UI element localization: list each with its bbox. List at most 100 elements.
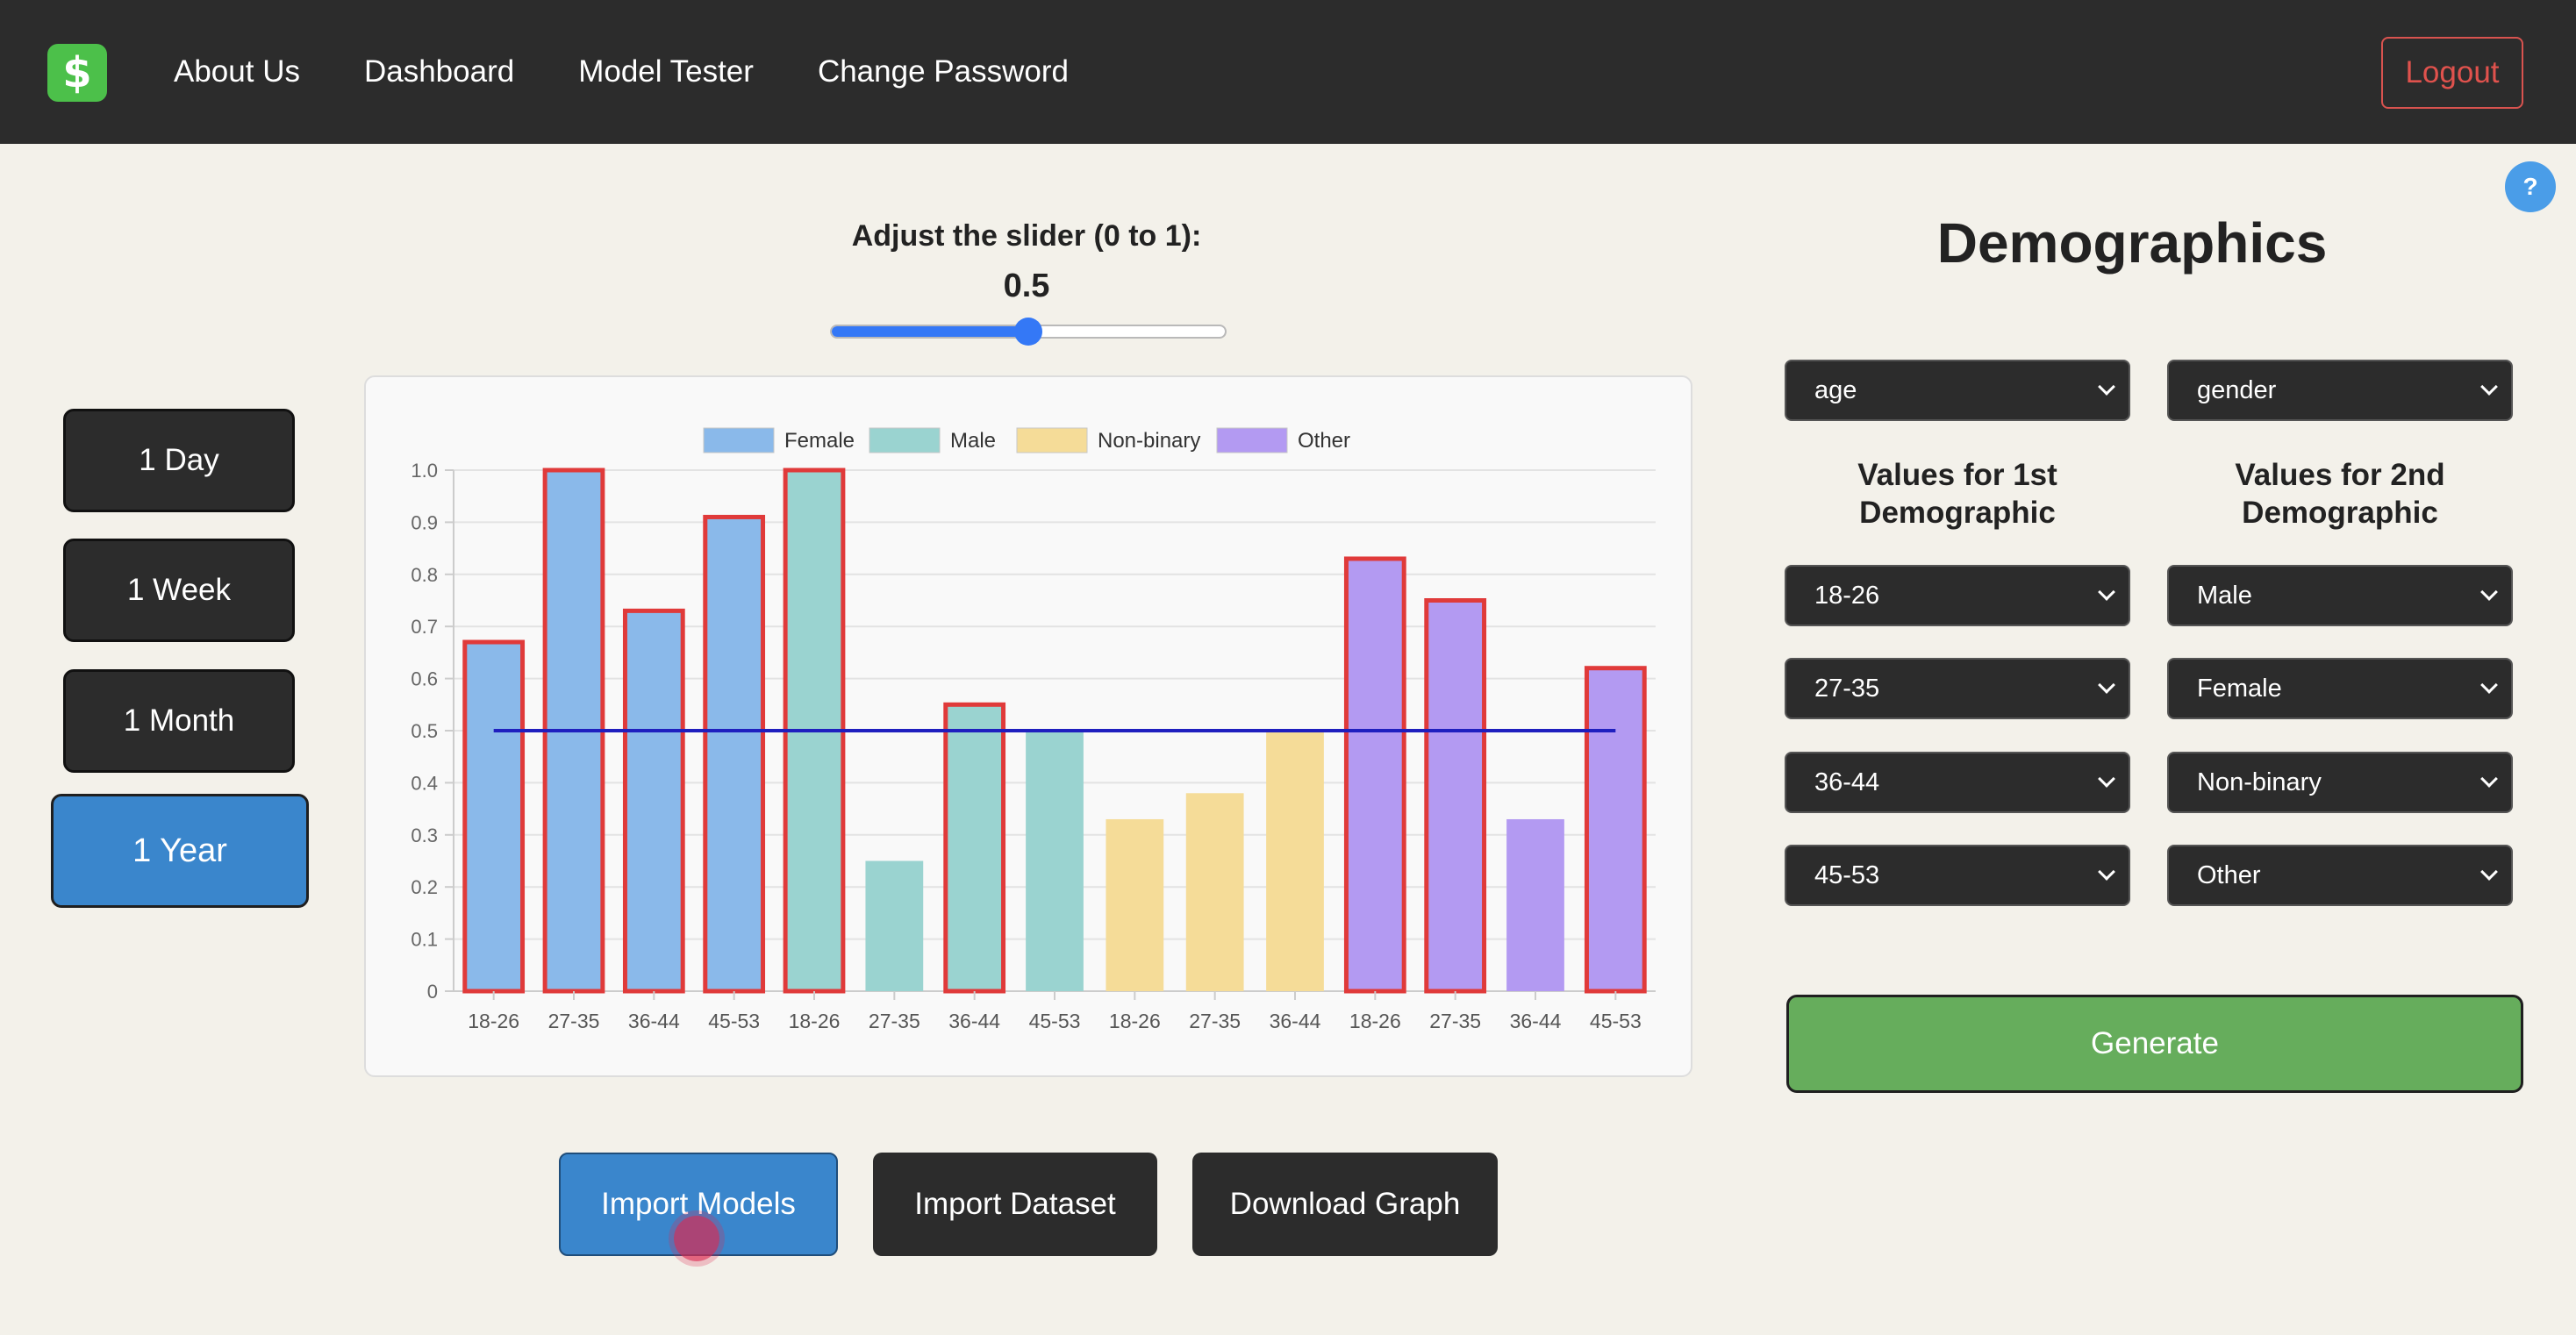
logout-button[interactable]: Logout (2381, 37, 2523, 109)
navbar: $ About Us Dashboard Model Tester Change… (0, 0, 2576, 144)
bar-male-5 (865, 860, 924, 991)
x-tick-label: 27-35 (548, 1010, 600, 1032)
x-tick-label: 18-26 (1109, 1010, 1161, 1032)
range-1-year-button[interactable]: 1 Year (51, 794, 309, 908)
x-tick-label: 45-53 (1029, 1010, 1081, 1032)
x-tick-label: 36-44 (1510, 1010, 1562, 1032)
y-tick-label: 0.7 (411, 616, 438, 638)
x-tick-label: 18-26 (1349, 1010, 1401, 1032)
legend-swatch-male (869, 427, 941, 453)
chevron-down-icon (2480, 863, 2498, 881)
chart-card: 0 0.1 0.2 0.3 0.4 0.5 0.6 0.7 0.8 0.9 1.0 18-26 27-3… (364, 375, 1692, 1077)
bar-chart: 0 0.1 0.2 0.3 0.4 0.5 0.6 0.7 0.8 0.9 1.0 18-26 27-3… (411, 427, 1656, 1032)
x-tick-label: 45-53 (708, 1010, 760, 1032)
x-tick-label: 45-53 (1590, 1010, 1642, 1032)
y-tick-label: 0.8 (411, 564, 438, 586)
legend-swatch-other (1216, 427, 1288, 453)
import-dataset-button[interactable]: Import Dataset (873, 1153, 1157, 1256)
download-graph-button[interactable]: Download Graph (1192, 1153, 1498, 1256)
chevron-down-icon (2480, 378, 2498, 396)
help-icon[interactable]: ? (2505, 161, 2556, 212)
bar-non-binary-9 (1185, 793, 1244, 991)
nav-model-tester[interactable]: Model Tester (578, 54, 754, 89)
chevron-down-icon (2098, 676, 2115, 694)
range-1-week-button[interactable]: 1 Week (63, 539, 295, 642)
first-value-select-3[interactable]: 36-44 (1785, 752, 2130, 813)
bar-other-12 (1424, 598, 1487, 994)
y-tick-label: 0.2 (411, 876, 438, 898)
legend-swatch-female (703, 427, 775, 453)
select-value: Other (2197, 860, 2261, 889)
second-demographic-select[interactable]: gender (2167, 360, 2513, 421)
y-tick-label: 0.6 (411, 668, 438, 690)
first-values-header: Values for 1st Demographic (1857, 458, 2057, 530)
second-demographic-value: gender (2197, 375, 2277, 404)
y-tick-label: 0.3 (411, 825, 438, 846)
chevron-down-icon (2480, 583, 2498, 601)
click-indicator (674, 1216, 719, 1261)
bar-non-binary-8 (1106, 818, 1164, 991)
first-value-select-2[interactable]: 27-35 (1785, 658, 2130, 719)
y-tick-label: 0 (427, 981, 438, 1003)
first-demographic-select[interactable]: age (1785, 360, 2130, 421)
chevron-down-icon (2098, 863, 2115, 881)
first-value-select-1[interactable]: 18-26 (1785, 565, 2130, 626)
select-value: 36-44 (1814, 767, 1880, 796)
select-value: 18-26 (1814, 581, 1880, 610)
x-tick-label: 18-26 (789, 1010, 841, 1032)
y-tick-label: 0.1 (411, 929, 438, 951)
y-tick-label: 0.4 (411, 772, 438, 794)
y-tick-label: 0.5 (411, 720, 438, 742)
x-tick-label: 36-44 (1270, 1010, 1321, 1032)
second-value-select-4[interactable]: Other (2167, 845, 2513, 906)
range-1-month-button[interactable]: 1 Month (63, 669, 295, 773)
chevron-down-icon (2098, 583, 2115, 601)
bar-other-13 (1506, 818, 1564, 991)
chevron-down-icon (2098, 378, 2115, 396)
second-value-select-3[interactable]: Non-binary (2167, 752, 2513, 813)
bar-female-0 (462, 639, 526, 994)
demographics-title: Demographics (1936, 211, 2328, 275)
bar-female-3 (703, 514, 766, 994)
second-value-select-1[interactable]: Male (2167, 565, 2513, 626)
chevron-down-icon (2480, 770, 2498, 788)
legend-label: Other (1298, 429, 1350, 453)
x-tick-label: 27-35 (1189, 1010, 1241, 1032)
bar-male-7 (1026, 731, 1084, 991)
select-value: Female (2197, 674, 2282, 703)
x-tick-label: 36-44 (628, 1010, 680, 1032)
chevron-down-icon (2098, 770, 2115, 788)
chevron-down-icon (2480, 676, 2498, 694)
x-tick-label: 27-35 (1429, 1010, 1481, 1032)
nav-change-password[interactable]: Change Password (818, 54, 1069, 89)
x-tick-label: 18-26 (468, 1010, 519, 1032)
nav-links: About Us Dashboard Model Tester Change P… (174, 0, 1133, 144)
legend-label: Female (784, 429, 855, 453)
bar-female-2 (622, 608, 685, 994)
range-1-day-button[interactable]: 1 Day (63, 409, 295, 512)
second-value-select-2[interactable]: Female (2167, 658, 2513, 719)
slider-thumb[interactable] (1014, 318, 1042, 346)
legend-swatch-non-binary (1016, 427, 1088, 453)
select-value: 45-53 (1814, 860, 1880, 889)
legend-label: Male (950, 429, 996, 453)
nav-dashboard[interactable]: Dashboard (364, 54, 514, 89)
bar-other-14 (1584, 666, 1647, 994)
bar-other-11 (1343, 556, 1406, 994)
slider-value: 0.5 (1003, 268, 1050, 304)
bar-non-binary-10 (1266, 731, 1324, 991)
x-tick-label: 27-35 (869, 1010, 920, 1032)
first-demographic-value: age (1814, 375, 1857, 404)
nav-about-us[interactable]: About Us (174, 54, 300, 89)
slider-fill (832, 326, 1028, 337)
bar-male-6 (943, 702, 1006, 994)
select-value: Male (2197, 581, 2252, 610)
x-tick-label: 36-44 (948, 1010, 1000, 1032)
first-value-select-4[interactable]: 45-53 (1785, 845, 2130, 906)
generate-button[interactable]: Generate (1786, 995, 2523, 1093)
dollar-logo-icon[interactable]: $ (47, 44, 107, 102)
y-tick-label: 0.9 (411, 511, 438, 533)
y-tick-label: 1.0 (411, 460, 438, 482)
select-value: Non-binary (2197, 767, 2322, 796)
legend-label: Non-binary (1098, 429, 1200, 453)
